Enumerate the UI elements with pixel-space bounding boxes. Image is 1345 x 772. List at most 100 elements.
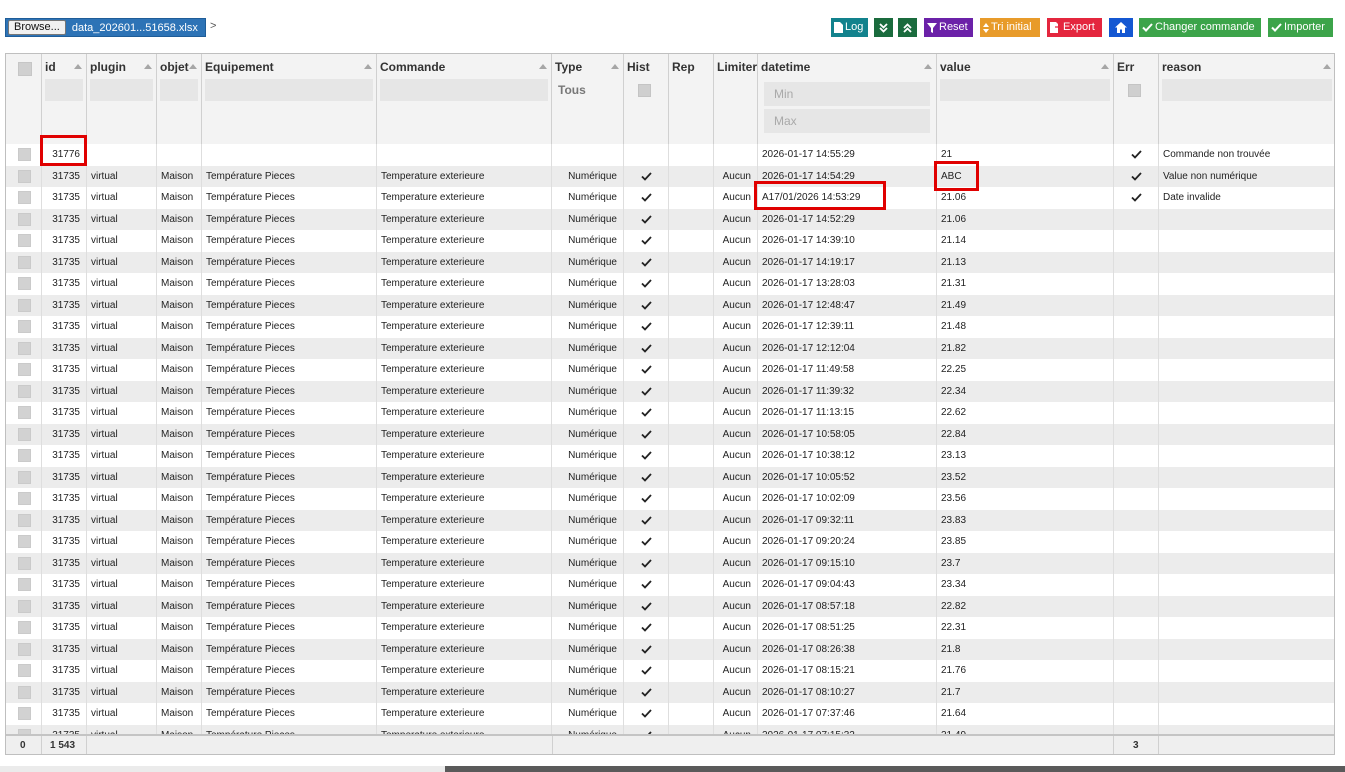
- header-sel[interactable]: [6, 54, 42, 144]
- row-checkbox[interactable]: [18, 427, 31, 441]
- cell-sel[interactable]: [6, 617, 42, 639]
- reset-button[interactable]: Reset: [924, 18, 973, 37]
- cell-sel[interactable]: [6, 724, 42, 734]
- header-type[interactable]: Type Tous: [552, 54, 624, 144]
- importer-button[interactable]: Importer: [1268, 18, 1333, 37]
- table-row[interactable]: 31735virtualMaisonTempérature PiecesTemp…: [6, 466, 1334, 488]
- row-checkbox[interactable]: [18, 320, 31, 333]
- changer-commande-button[interactable]: Changer commande: [1139, 18, 1261, 37]
- row-checkbox[interactable]: [18, 277, 31, 290]
- expand-all-button[interactable]: [874, 18, 893, 37]
- table-row[interactable]: 31735virtualMaisonTempérature PiecesTemp…: [6, 251, 1334, 273]
- cell-sel[interactable]: [6, 144, 42, 166]
- value-filter-input[interactable]: [940, 79, 1110, 101]
- table-row[interactable]: 31735virtualMaisonTempérature PiecesTemp…: [6, 208, 1334, 230]
- cell-sel[interactable]: [6, 574, 42, 596]
- cell-sel[interactable]: [6, 466, 42, 488]
- table-row[interactable]: 31735virtualMaisonTempérature PiecesTemp…: [6, 595, 1334, 617]
- datetime-max-input[interactable]: Max: [764, 109, 930, 133]
- sort-arrow-icon[interactable]: [1101, 64, 1109, 69]
- header-objet[interactable]: objet: [157, 54, 202, 144]
- row-checkbox[interactable]: [18, 234, 31, 247]
- hist-filter-checkbox[interactable]: [638, 84, 651, 97]
- row-checkbox[interactable]: [18, 642, 31, 656]
- row-checkbox[interactable]: [18, 169, 31, 183]
- cell-sel[interactable]: [6, 294, 42, 316]
- table-row[interactable]: 31735virtualMaisonTempérature PiecesTemp…: [6, 724, 1334, 734]
- cell-sel[interactable]: [6, 509, 42, 531]
- plugin-filter-input[interactable]: [90, 79, 153, 101]
- sort-arrow-icon[interactable]: [189, 64, 197, 69]
- objet-filter-input[interactable]: [160, 79, 198, 101]
- table-row[interactable]: 31735virtualMaisonTempérature PiecesTemp…: [6, 402, 1334, 424]
- browse-button[interactable]: Browse...: [8, 20, 66, 35]
- tri-initial-button[interactable]: Tri initial: [980, 18, 1040, 37]
- row-checkbox[interactable]: [18, 535, 31, 548]
- header-rep[interactable]: Rep: [669, 54, 714, 144]
- table-row[interactable]: 31735virtualMaisonTempérature PiecesTemp…: [6, 165, 1334, 187]
- header-equipement[interactable]: Equipement: [202, 54, 377, 144]
- header-plugin[interactable]: plugin: [87, 54, 157, 144]
- table-row[interactable]: 31735virtualMaisonTempérature PiecesTemp…: [6, 531, 1334, 553]
- type-filter-select[interactable]: Tous: [558, 83, 586, 97]
- table-row[interactable]: 31735virtualMaisonTempérature PiecesTemp…: [6, 273, 1334, 295]
- cell-sel[interactable]: [6, 187, 42, 209]
- table-row[interactable]: 31735virtualMaisonTempérature PiecesTemp…: [6, 552, 1334, 574]
- cell-sel[interactable]: [6, 273, 42, 295]
- cell-sel[interactable]: [6, 595, 42, 617]
- export-button[interactable]: Export: [1047, 18, 1102, 37]
- sort-arrow-icon[interactable]: [74, 64, 82, 69]
- row-checkbox[interactable]: [18, 664, 31, 677]
- cell-sel[interactable]: [6, 251, 42, 273]
- header-hist[interactable]: Hist: [624, 54, 669, 144]
- table-row[interactable]: 31735virtualMaisonTempérature PiecesTemp…: [6, 488, 1334, 510]
- select-all-checkbox[interactable]: [18, 62, 32, 76]
- cell-sel[interactable]: [6, 552, 42, 574]
- reason-filter-input[interactable]: [1162, 79, 1332, 101]
- header-err[interactable]: Err: [1114, 54, 1159, 144]
- row-checkbox[interactable]: [18, 406, 31, 419]
- header-id[interactable]: id: [42, 54, 87, 144]
- commande-filter-input[interactable]: [380, 79, 548, 101]
- row-checkbox[interactable]: [18, 255, 31, 269]
- row-checkbox[interactable]: [18, 449, 31, 462]
- id-filter-input[interactable]: [45, 79, 83, 101]
- sort-arrow-icon[interactable]: [1323, 64, 1331, 69]
- row-checkbox[interactable]: [18, 363, 31, 376]
- table-row[interactable]: 31735virtualMaisonTempérature PiecesTemp…: [6, 703, 1334, 725]
- row-checkbox[interactable]: [18, 513, 31, 527]
- sort-arrow-icon[interactable]: [924, 64, 932, 69]
- cell-sel[interactable]: [6, 230, 42, 252]
- cell-sel[interactable]: [6, 488, 42, 510]
- row-checkbox[interactable]: [18, 148, 31, 161]
- sort-arrow-icon[interactable]: [364, 64, 372, 69]
- table-row[interactable]: 31776 2026-01-17 14:55:29 21 Commande non t…: [6, 144, 1334, 166]
- table-row[interactable]: 31735virtualMaisonTempérature PiecesTemp…: [6, 445, 1334, 467]
- cell-sel[interactable]: [6, 660, 42, 682]
- cell-sel[interactable]: [6, 531, 42, 553]
- table-row[interactable]: 31735virtualMaisonTempérature PiecesTemp…: [6, 359, 1334, 381]
- header-value[interactable]: value: [937, 54, 1114, 144]
- row-checkbox[interactable]: [18, 191, 31, 204]
- row-checkbox[interactable]: [18, 470, 31, 484]
- log-button[interactable]: Log: [831, 18, 868, 37]
- table-row[interactable]: 31735virtualMaisonTempérature PiecesTemp…: [6, 638, 1334, 660]
- row-checkbox[interactable]: [18, 384, 31, 398]
- table-row[interactable]: 31735virtualMaisonTempérature PiecesTemp…: [6, 187, 1334, 209]
- header-commande[interactable]: Commande: [377, 54, 552, 144]
- cell-sel[interactable]: [6, 208, 42, 230]
- table-row[interactable]: 31735virtualMaisonTempérature PiecesTemp…: [6, 230, 1334, 252]
- sort-arrow-icon[interactable]: [611, 64, 619, 69]
- table-row[interactable]: 31735virtualMaisonTempérature PiecesTemp…: [6, 423, 1334, 445]
- table-row[interactable]: 31735virtualMaisonTempérature PiecesTemp…: [6, 380, 1334, 402]
- header-reason[interactable]: reason: [1159, 54, 1334, 144]
- row-checkbox[interactable]: [18, 685, 31, 699]
- cell-sel[interactable]: [6, 681, 42, 703]
- table-row[interactable]: 31735virtualMaisonTempérature PiecesTemp…: [6, 660, 1334, 682]
- row-checkbox[interactable]: [18, 578, 31, 591]
- row-checkbox[interactable]: [18, 707, 31, 720]
- table-row[interactable]: 31735virtualMaisonTempérature PiecesTemp…: [6, 509, 1334, 531]
- cell-sel[interactable]: [6, 316, 42, 338]
- table-row[interactable]: 31735virtualMaisonTempérature PiecesTemp…: [6, 681, 1334, 703]
- cell-sel[interactable]: [6, 423, 42, 445]
